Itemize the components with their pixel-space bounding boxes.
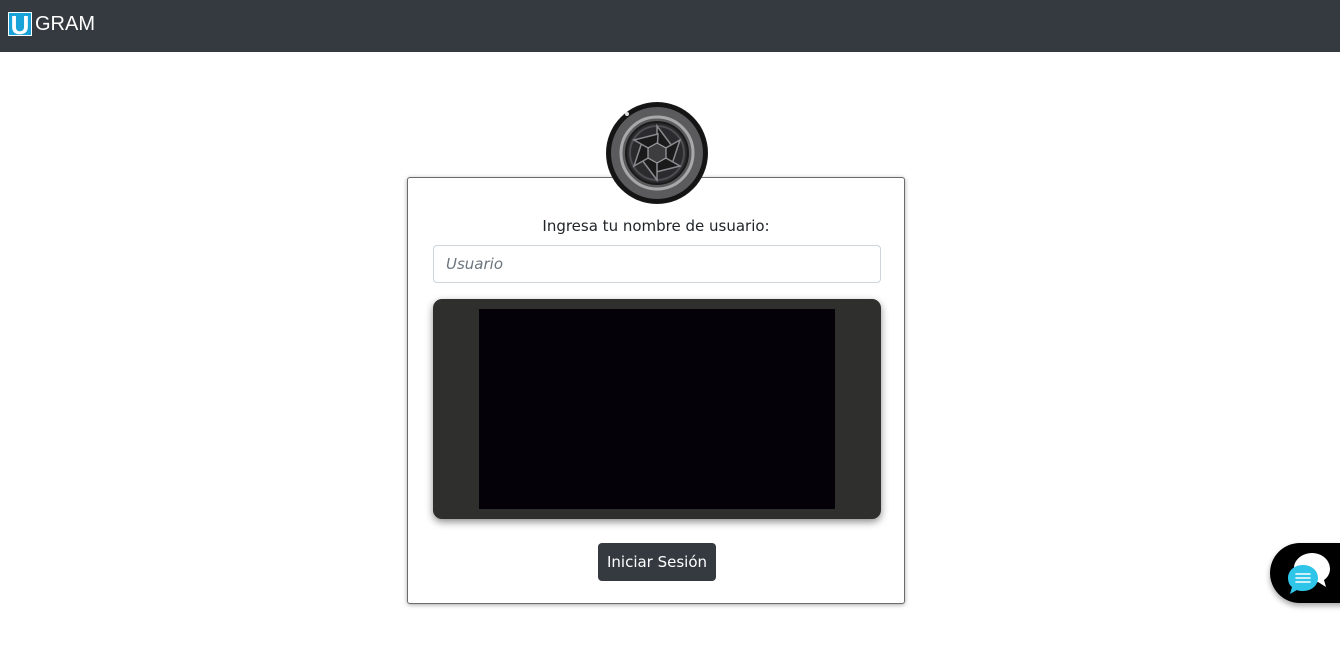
webcam-frame [433, 299, 881, 519]
top-navbar: U GRAM [0, 0, 1340, 52]
chat-bubbles-icon [1288, 553, 1330, 594]
brand-logo: U [8, 12, 32, 36]
login-button[interactable]: Iniciar Sesión [598, 543, 716, 581]
webcam-video [479, 309, 835, 509]
brand-link[interactable]: U GRAM [8, 12, 95, 36]
camera-aperture-icon [606, 102, 708, 204]
login-card: Ingresa tu nombre de usuario: Iniciar Se… [407, 177, 905, 604]
chat-widget-button[interactable] [1270, 543, 1340, 603]
brand-name: GRAM [35, 12, 95, 35]
username-input[interactable] [433, 245, 881, 283]
username-prompt-label: Ingresa tu nombre de usuario: [542, 217, 770, 235]
